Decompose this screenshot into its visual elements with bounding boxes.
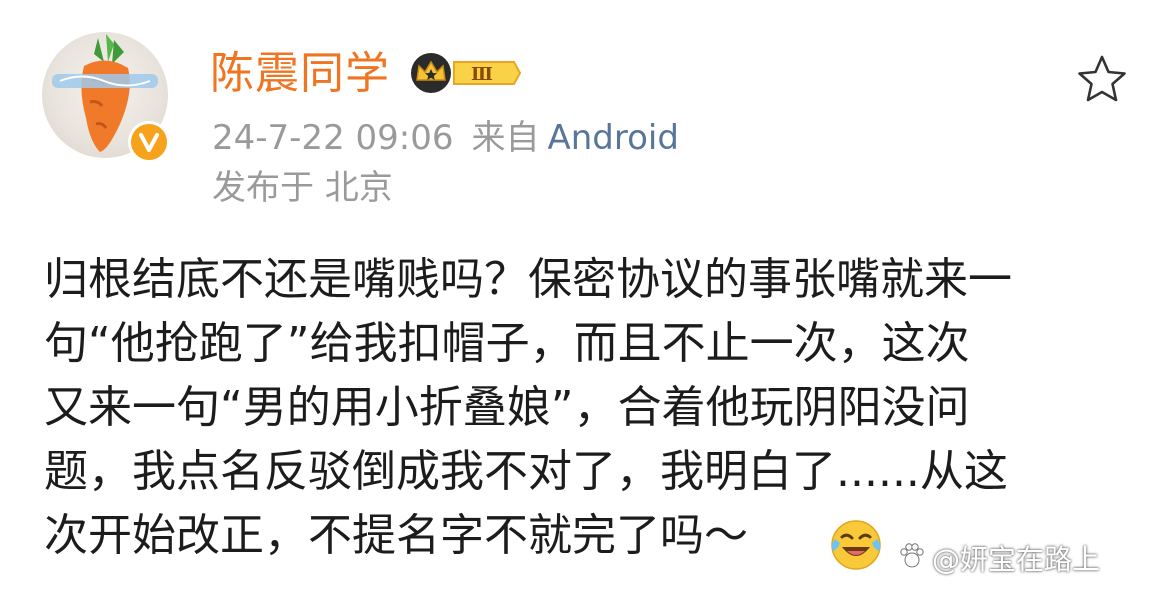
username[interactable]: 陈震同学 (210, 44, 390, 104)
post-line: 句“他抢跑了”给我扣帽子，而且不止一次，这次 (44, 318, 970, 369)
paw-icon (898, 541, 926, 581)
level-text: Ⅲ (471, 64, 493, 85)
crown-level-icon[interactable]: Ⅲ (404, 50, 522, 100)
watermark-text: @妍宝在路上 (932, 543, 1101, 576)
post-meta: 24-7-22 09:06 来自 Android (212, 116, 679, 160)
post-line: 题，我点名反驳倒成我不对了，我明白了......从这 (44, 446, 1008, 497)
source-prefix: 来自 (471, 118, 540, 158)
post-date: 24-7-22 09:06 (212, 118, 454, 158)
source-link[interactable]: Android (548, 118, 679, 158)
verified-v-icon (128, 121, 170, 163)
star-outline-icon[interactable] (1076, 54, 1128, 108)
watermark: @妍宝在路上 (898, 540, 1100, 581)
post-line: 归根结底不还是嘴贱吗？保密协议的事张嘴就来一 (44, 254, 1012, 305)
post-body: 归根结底不还是嘴贱吗？保密协议的事张嘴就来一 句“他抢跑了”给我扣帽子，而且不止… (44, 248, 1134, 568)
post-location: 发布于 北京 (212, 168, 393, 208)
laugh-cry-emoji (830, 519, 882, 575)
post-line: 又来一句“男的用小折叠娘”，合着他玩阴阳没问 (44, 382, 970, 433)
